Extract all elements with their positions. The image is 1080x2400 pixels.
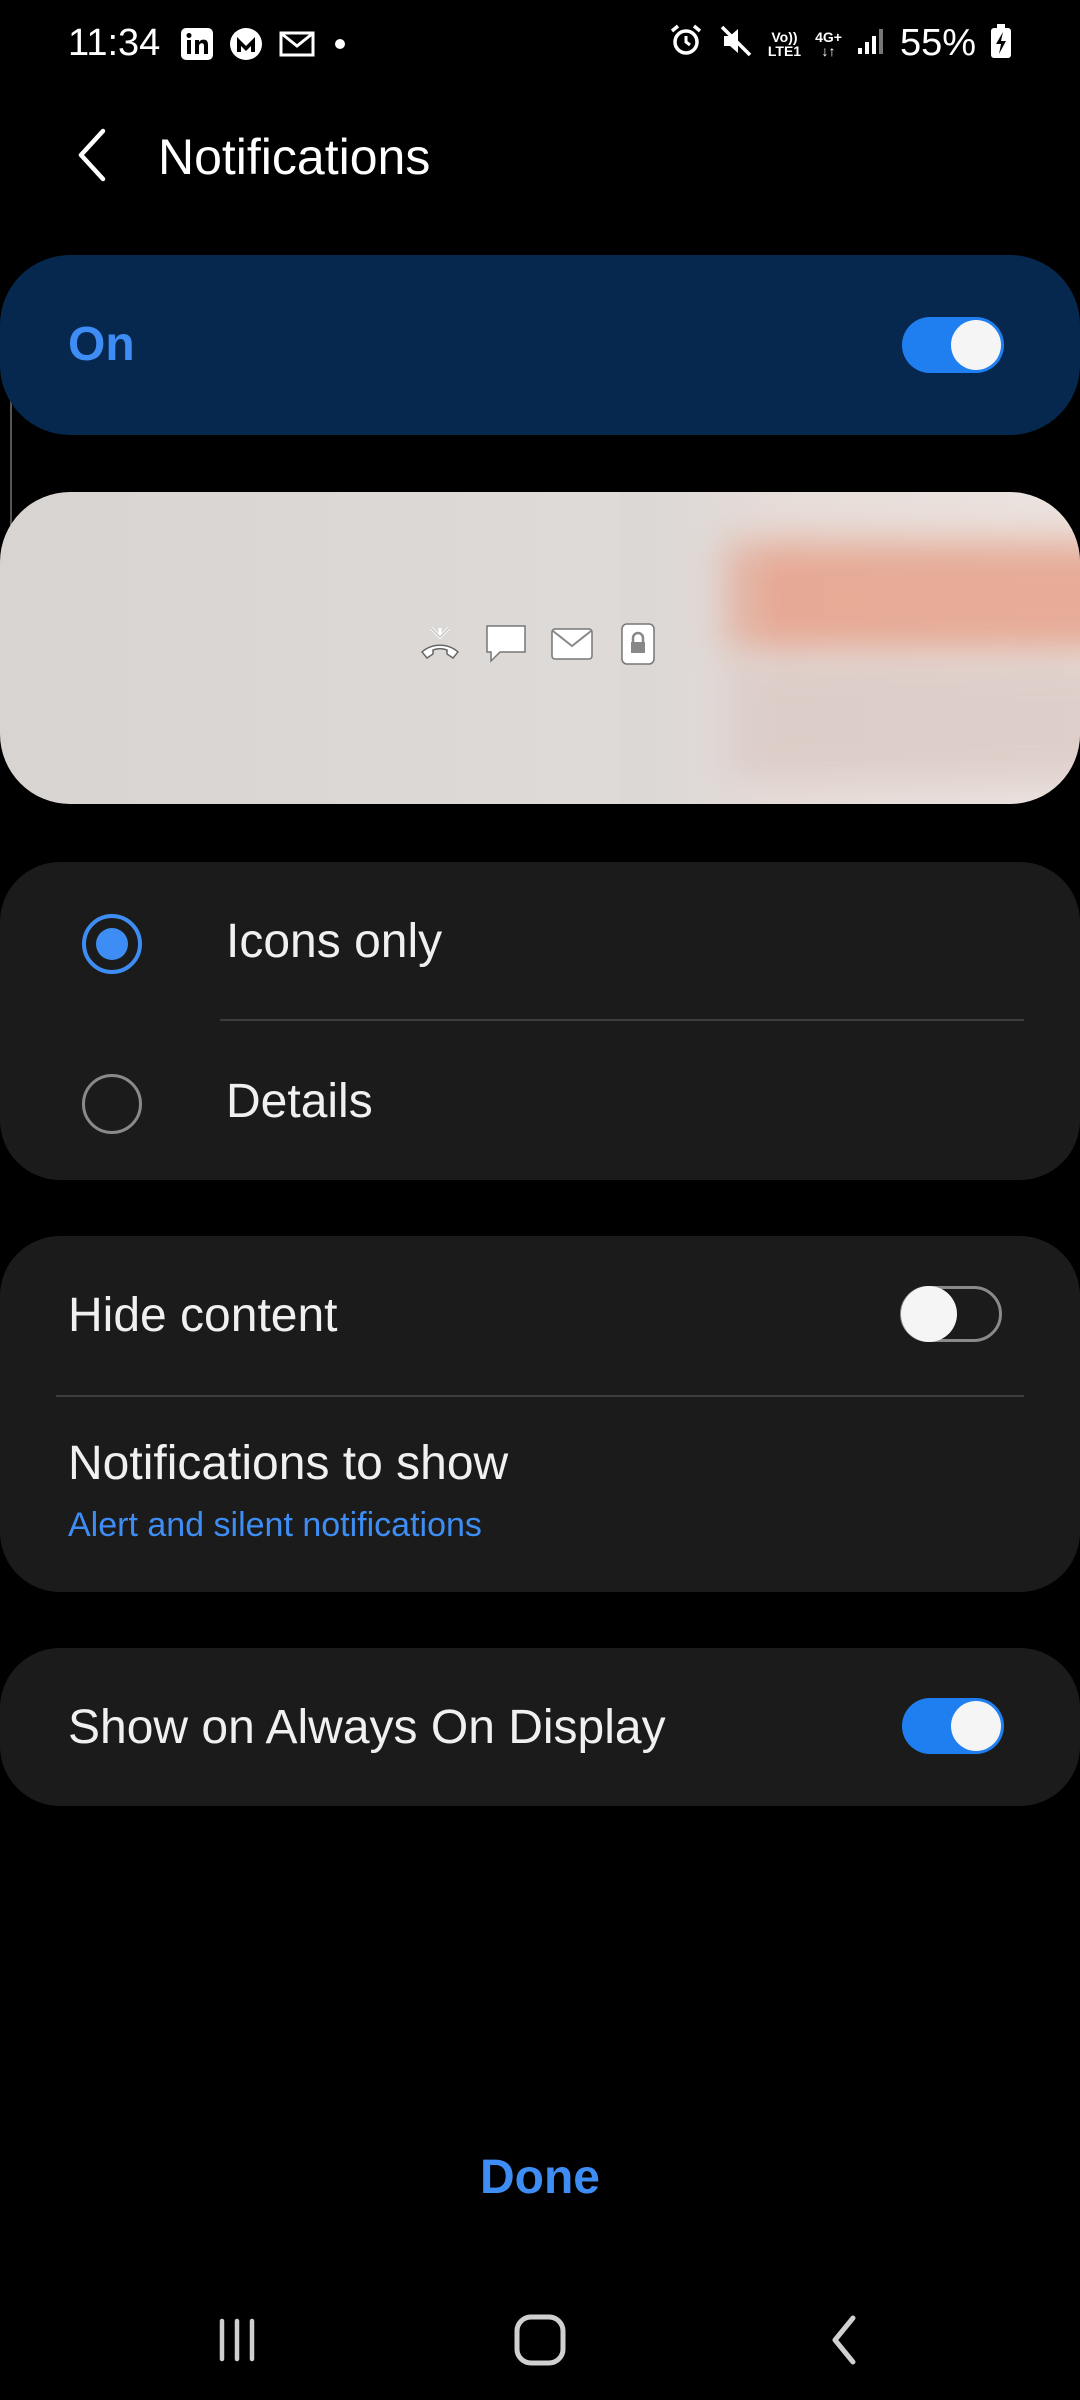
page-title: Notifications	[158, 129, 431, 185]
status-bar: 11:34 Vo)) LTE1 4G+ ↓↑ 55%	[0, 0, 1080, 96]
app-header: Notifications	[0, 110, 1080, 200]
recent-apps-button[interactable]	[192, 2300, 282, 2380]
message-icon	[484, 622, 528, 666]
divider	[56, 1395, 1024, 1397]
option-label: Icons only	[226, 915, 443, 968]
status-time: 11:34	[68, 22, 161, 64]
m-app-icon	[228, 26, 264, 67]
status-left-icons	[180, 26, 350, 67]
radio-icons-only[interactable]	[82, 914, 142, 974]
status-right-icons: Vo)) LTE1 4G+ ↓↑ 55%	[668, 22, 1012, 65]
network-4g-icon: 4G+ ↓↑	[815, 28, 842, 59]
notifications-to-show-value: Alert and silent notifications	[68, 1506, 482, 1544]
radio-details[interactable]	[82, 1074, 142, 1134]
notification-style-card: Icons only Details	[0, 862, 1080, 1180]
aod-label: Show on Always On Display	[68, 1701, 666, 1754]
master-switch-label: On	[68, 318, 135, 371]
back-button[interactable]	[56, 120, 126, 190]
done-button[interactable]: Done	[0, 2150, 1080, 2205]
lock-icon	[616, 622, 660, 666]
mute-icon	[718, 23, 754, 64]
missed-call-icon	[418, 622, 462, 666]
volte-icon: Vo)) LTE1	[767, 28, 802, 59]
aod-toggle[interactable]	[902, 1698, 1004, 1754]
gmail-icon	[278, 29, 316, 64]
home-button[interactable]	[495, 2300, 585, 2380]
option-details[interactable]: Details	[0, 1022, 1080, 1182]
nav-back-button[interactable]	[800, 2300, 890, 2380]
home-icon	[514, 2314, 566, 2366]
lock-screen-preview	[0, 492, 1080, 804]
toggle-knob	[951, 1701, 1001, 1751]
signal-icon	[856, 26, 886, 61]
dot-icon	[330, 34, 350, 59]
notifications-to-show-label: Notifications to show	[68, 1437, 509, 1490]
content-settings-card: Hide content Notifications to show Alert…	[0, 1236, 1080, 1592]
linkedin-icon	[180, 27, 214, 66]
divider	[220, 1019, 1024, 1021]
recent-apps-icon	[219, 2318, 255, 2362]
master-switch-row[interactable]: On	[0, 255, 1080, 435]
back-icon	[832, 2315, 856, 2365]
notifications-to-show-row[interactable]: Notifications to show Alert and silent n…	[0, 1398, 1080, 1592]
option-label: Details	[226, 1075, 373, 1128]
hide-content-row[interactable]: Hide content	[0, 1236, 1080, 1394]
chevron-left-icon	[78, 128, 106, 182]
navigation-bar	[0, 2280, 1080, 2400]
toggle-knob	[951, 320, 1001, 370]
option-icons-only[interactable]: Icons only	[0, 862, 1080, 1022]
mail-icon	[550, 622, 594, 666]
aod-row[interactable]: Show on Always On Display	[0, 1648, 1080, 1806]
hide-content-label: Hide content	[68, 1289, 338, 1342]
battery-percent: 55%	[899, 22, 976, 64]
alarm-icon	[668, 23, 704, 64]
master-toggle[interactable]	[902, 317, 1004, 373]
toggle-knob	[901, 1286, 957, 1342]
battery-charging-icon	[990, 23, 1012, 64]
hide-content-toggle[interactable]	[900, 1286, 1002, 1342]
